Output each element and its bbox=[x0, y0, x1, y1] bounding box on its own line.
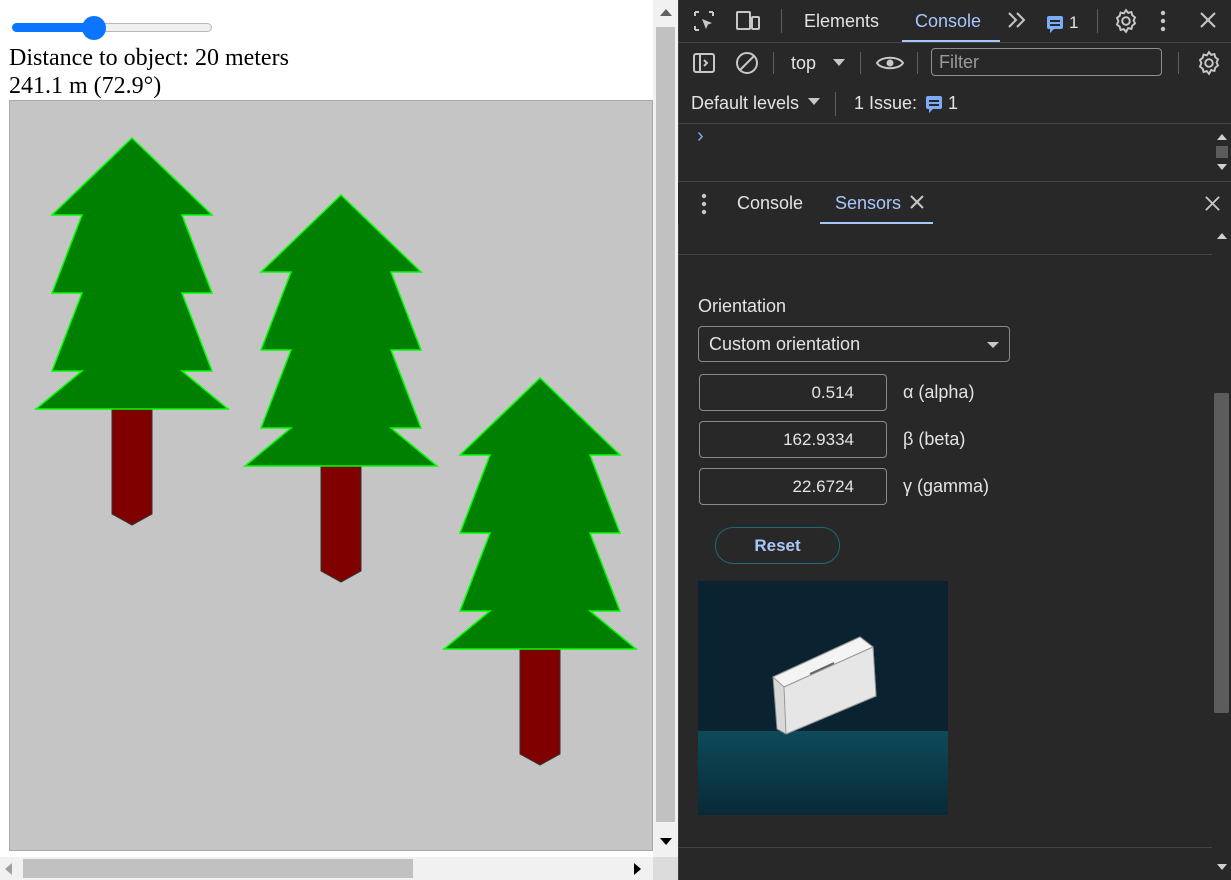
alpha-input[interactable]: 0.514 bbox=[699, 374, 887, 411]
close-sensors-tab-icon[interactable] bbox=[910, 195, 924, 214]
scroll-thumb[interactable] bbox=[1216, 146, 1228, 158]
sidebar-toggle-icon[interactable] bbox=[692, 51, 716, 80]
tab-console[interactable]: Console bbox=[915, 11, 981, 32]
forest-scene bbox=[9, 100, 653, 851]
issues-link[interactable]: 1 Issue: 1 bbox=[854, 92, 964, 116]
toolbar-divider bbox=[917, 52, 918, 74]
toolbar-divider bbox=[773, 52, 774, 74]
dropdown-caret-icon bbox=[833, 59, 845, 66]
horizontal-scroll-thumb[interactable] bbox=[23, 859, 413, 878]
orientation-select[interactable]: Custom orientation bbox=[698, 326, 1010, 362]
dropdown-caret-icon bbox=[808, 98, 820, 105]
drawer-tab-console[interactable]: Console bbox=[737, 193, 803, 214]
orientation-label: Orientation bbox=[698, 296, 787, 316]
issues-count: 1 bbox=[948, 93, 959, 113]
divider bbox=[678, 42, 1231, 43]
active-drawer-tab-indicator bbox=[820, 222, 933, 224]
scroll-up-arrow-icon[interactable] bbox=[1217, 233, 1227, 239]
page-vertical-scrollbar[interactable] bbox=[653, 0, 678, 857]
tree-left bbox=[33, 136, 231, 526]
issues-label: 1 Issue: bbox=[854, 93, 918, 113]
drawer-tab-sensors[interactable]: Sensors bbox=[835, 193, 901, 214]
scroll-up-arrow-icon[interactable] bbox=[660, 9, 672, 16]
page-horizontal-scrollbar[interactable] bbox=[0, 857, 653, 880]
orientation-preview-3d[interactable] bbox=[698, 581, 948, 815]
gamma-label: γ (gamma) bbox=[903, 476, 990, 496]
more-tabs-chevron-icon[interactable] bbox=[1006, 8, 1028, 38]
distance-slider[interactable] bbox=[10, 14, 214, 42]
context-selector[interactable]: top bbox=[791, 51, 851, 75]
drawer-menu-kebab-icon[interactable] bbox=[700, 192, 708, 221]
toolbar-divider bbox=[1097, 9, 1098, 33]
issues-message-icon[interactable] bbox=[1047, 16, 1063, 33]
tree-foliage bbox=[441, 376, 639, 650]
scroll-right-arrow-icon[interactable] bbox=[634, 863, 641, 875]
tree-trunk bbox=[519, 646, 561, 766]
toolbar-divider bbox=[860, 52, 861, 74]
context-label: top bbox=[791, 53, 817, 73]
log-levels-label: Default levels bbox=[691, 93, 800, 113]
toolbar-divider bbox=[781, 9, 782, 33]
scroll-up-arrow-icon[interactable] bbox=[1217, 134, 1227, 140]
beta-input[interactable]: 162.9334 bbox=[699, 421, 887, 458]
slider-thumb[interactable] bbox=[82, 16, 107, 40]
issues-badge-count[interactable]: 1 bbox=[1069, 13, 1078, 33]
beta-label: β (beta) bbox=[903, 429, 966, 449]
scroll-left-arrow-icon[interactable] bbox=[5, 863, 12, 875]
scrollbar-corner bbox=[653, 857, 678, 880]
inspect-element-icon[interactable] bbox=[692, 9, 716, 38]
orientation-selected-value: Custom orientation bbox=[709, 334, 861, 354]
reset-button[interactable]: Reset bbox=[715, 527, 840, 564]
close-drawer-icon[interactable] bbox=[1204, 195, 1221, 217]
reading-text: 241.1 m (72.9°) bbox=[9, 73, 162, 99]
kebab-menu-icon[interactable] bbox=[1159, 9, 1167, 38]
device-toolbar-icon[interactable] bbox=[735, 9, 761, 38]
settings-gear-icon[interactable] bbox=[1113, 8, 1139, 39]
tree-trunk bbox=[320, 463, 362, 583]
dropdown-caret-icon bbox=[987, 342, 999, 348]
issues-message-icon bbox=[926, 96, 942, 113]
clear-console-icon[interactable] bbox=[735, 51, 759, 80]
console-scrollbar[interactable] bbox=[1213, 124, 1231, 180]
alpha-label: α (alpha) bbox=[903, 382, 975, 402]
drawer-scroll-thumb[interactable] bbox=[1214, 393, 1229, 713]
tree-middle bbox=[242, 193, 440, 583]
devtools-main-toolbar: Elements Console 1 bbox=[678, 0, 1231, 42]
console-filter-input[interactable]: Filter bbox=[931, 48, 1162, 76]
gamma-input[interactable]: 22.6724 bbox=[699, 468, 887, 505]
section-divider bbox=[678, 847, 1212, 848]
console-prompt-chevron-icon[interactable]: › bbox=[697, 125, 704, 148]
divider bbox=[678, 123, 1231, 124]
vertical-scroll-thumb[interactable] bbox=[656, 27, 675, 822]
toolbar-divider bbox=[835, 92, 836, 116]
scroll-down-arrow-icon[interactable] bbox=[1217, 164, 1227, 170]
drawer-toolbar: Console Sensors bbox=[678, 181, 1231, 224]
section-divider bbox=[678, 254, 1212, 255]
scroll-down-arrow-icon[interactable] bbox=[1217, 864, 1227, 870]
page-viewport: Distance to object: 20 meters 241.1 m (7… bbox=[0, 0, 678, 880]
tree-trunk bbox=[111, 406, 153, 526]
tree-right bbox=[441, 376, 639, 766]
scroll-down-arrow-icon[interactable] bbox=[660, 838, 672, 845]
tree-foliage bbox=[33, 136, 231, 410]
tab-elements[interactable]: Elements bbox=[804, 11, 879, 32]
tree-foliage bbox=[242, 193, 440, 467]
distance-text: Distance to object: 20 meters bbox=[9, 45, 289, 71]
live-expression-eye-icon[interactable] bbox=[875, 51, 905, 80]
toolbar-divider bbox=[1178, 52, 1179, 74]
close-devtools-icon[interactable] bbox=[1199, 11, 1217, 34]
console-settings-gear-icon[interactable] bbox=[1196, 50, 1222, 81]
devtools-panel: Elements Console 1 top Filter Default le… bbox=[678, 0, 1231, 880]
log-levels-dropdown[interactable]: Default levels bbox=[691, 92, 826, 116]
preview-floor bbox=[698, 731, 948, 815]
